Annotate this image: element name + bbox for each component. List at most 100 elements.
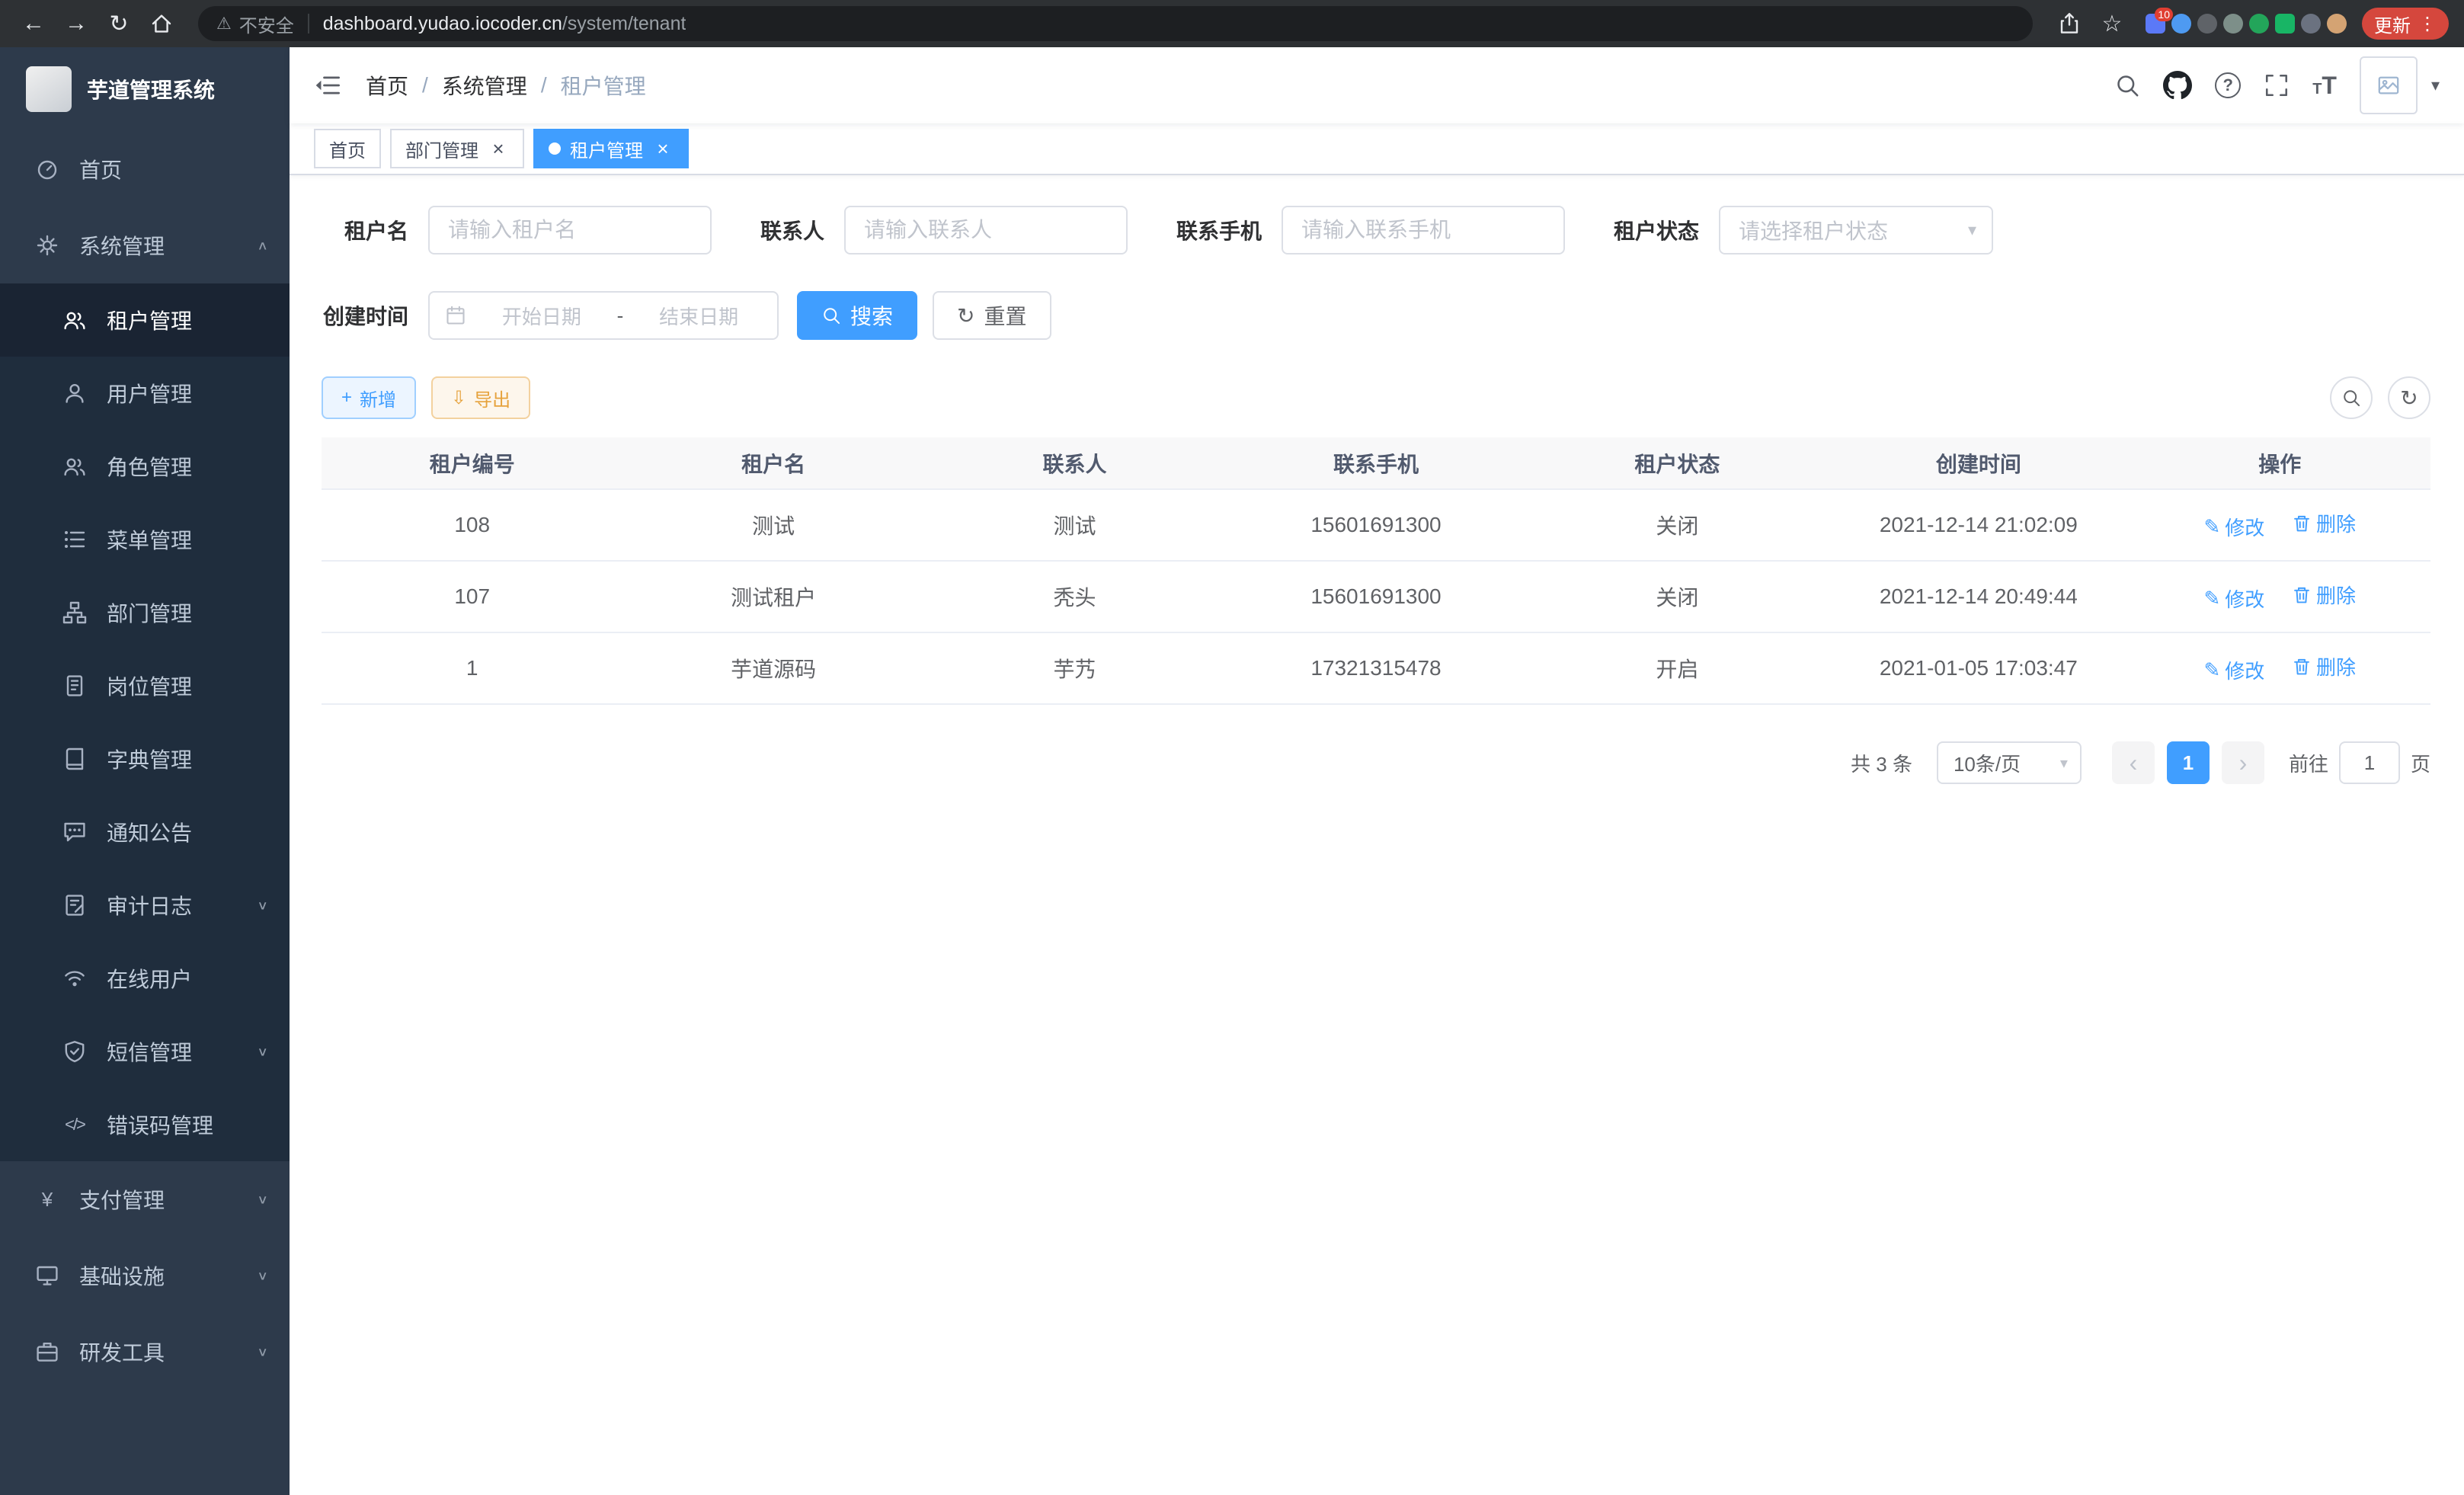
home-icon[interactable]	[143, 5, 180, 42]
back-icon[interactable]: ←	[15, 5, 52, 42]
extension-icon[interactable]	[2197, 14, 2217, 34]
sidebar-item-roles[interactable]: 角色管理	[0, 430, 290, 503]
sidebar-item-payment[interactable]: ¥ 支付管理 ∨	[0, 1161, 290, 1237]
help-icon[interactable]: ?	[2215, 72, 2241, 98]
cell-actions: ✎修改 删除	[2130, 632, 2430, 704]
cell-tenant-name: 测试租户	[622, 561, 923, 632]
font-size-icon[interactable]: TT	[2312, 72, 2337, 100]
navbar-actions: ? TT ▾	[2114, 56, 2440, 114]
current-page-button[interactable]: 1	[2167, 741, 2210, 784]
sidebar-item-error-codes[interactable]: </> 错误码管理	[0, 1088, 290, 1161]
goto-page-input[interactable]	[2339, 741, 2400, 784]
extension-icon[interactable]	[2171, 14, 2191, 34]
security-label: 不安全	[239, 11, 294, 37]
mobile-input[interactable]	[1282, 206, 1565, 255]
avatar[interactable]	[2360, 56, 2418, 114]
show-search-button[interactable]	[2330, 376, 2373, 419]
sidebar-item-system[interactable]: 系统管理 ∧	[0, 207, 290, 283]
forward-icon[interactable]: →	[58, 5, 94, 42]
refresh-table-button[interactable]: ↻	[2388, 376, 2430, 419]
table-header-row: 租户编号 租户名 联系人 联系手机 租户状态 创建时间 操作	[322, 437, 2430, 489]
search-icon[interactable]	[2114, 72, 2140, 98]
update-label: 更新	[2374, 11, 2411, 37]
sidebar-item-infrastructure[interactable]: 基础设施 ∨	[0, 1237, 290, 1314]
main-area: 首页 / 系统管理 / 租户管理 ?	[290, 47, 2464, 1495]
caret-down-icon[interactable]: ▾	[2431, 75, 2440, 95]
sidebar-item-audit-log[interactable]: 审计日志 ∨	[0, 869, 290, 942]
download-icon: ⇩	[451, 387, 466, 409]
bookmark-star-icon[interactable]: ☆	[2094, 5, 2130, 42]
reload-icon[interactable]: ↻	[101, 5, 137, 42]
delete-button[interactable]: 删除	[2292, 509, 2356, 537]
share-icon[interactable]	[2051, 5, 2088, 42]
browser-menu-icon[interactable]: ⋮	[2418, 13, 2437, 35]
sidebar-item-devtools[interactable]: 研发工具 ∨	[0, 1314, 290, 1390]
column-header: 创建时间	[1828, 437, 2129, 489]
prev-page-button[interactable]: ‹	[2112, 741, 2155, 784]
page-size-value: 10条/页	[1954, 749, 2021, 777]
delete-button[interactable]: 删除	[2292, 581, 2356, 609]
extension-icon[interactable]: 10	[2146, 14, 2165, 34]
menu-list-icon	[61, 527, 88, 552]
sidebar-item-notice[interactable]: 通知公告	[0, 796, 290, 869]
page-size-select[interactable]: 10条/页 ▾	[1937, 741, 2082, 784]
sidebar-menu: 首页 系统管理 ∧ 租户管理 用户管理	[0, 131, 290, 1390]
extension-icon[interactable]	[2249, 14, 2269, 34]
sidebar-item-departments[interactable]: 部门管理	[0, 576, 290, 649]
delete-button[interactable]: 删除	[2292, 652, 2356, 680]
extension-icon[interactable]	[2275, 14, 2295, 34]
sidebar-item-tenant[interactable]: 租户管理	[0, 283, 290, 357]
tab-tenant[interactable]: 租户管理 ×	[533, 129, 689, 168]
edit-button[interactable]: ✎修改	[2203, 584, 2264, 613]
code-icon: </>	[61, 1115, 88, 1135]
fullscreen-icon[interactable]	[2264, 72, 2290, 98]
sidebar-item-menus[interactable]: 菜单管理	[0, 503, 290, 576]
close-icon[interactable]: ×	[652, 138, 674, 159]
tags-view: 首页 部门管理 × 租户管理 ×	[290, 123, 2464, 175]
profile-avatar-icon[interactable]	[2327, 14, 2347, 34]
cell-contact: 测试	[924, 489, 1225, 561]
date-range-picker[interactable]: 开始日期 - 结束日期	[428, 291, 779, 340]
github-icon[interactable]	[2163, 71, 2192, 100]
search-button[interactable]: 搜索	[797, 291, 917, 340]
sidebar-item-label: 支付管理	[79, 1184, 165, 1215]
column-header: 租户状态	[1527, 437, 1828, 489]
font-size-small: T	[2312, 81, 2322, 98]
reset-button[interactable]: ↻ 重置	[933, 291, 1051, 340]
sidebar-item-label: 系统管理	[79, 230, 165, 261]
collapse-sidebar-icon[interactable]	[314, 72, 341, 99]
tenant-name-input[interactable]	[428, 206, 712, 255]
cell-actions: ✎修改 删除	[2130, 489, 2430, 561]
sidebar-item-dict[interactable]: 字典管理	[0, 722, 290, 796]
breadcrumb-system[interactable]: 系统管理	[442, 70, 527, 101]
address-bar[interactable]: ⚠ 不安全 dashboard.yudao.iocoder.cn/system/…	[198, 6, 2033, 41]
edit-button[interactable]: ✎修改	[2203, 656, 2264, 684]
sidebar-item-online-users[interactable]: 在线用户	[0, 942, 290, 1015]
browser-update-button[interactable]: 更新 ⋮	[2362, 8, 2449, 40]
column-header: 联系手机	[1225, 437, 1526, 489]
sidebar-item-posts[interactable]: 岗位管理	[0, 649, 290, 722]
extension-icon[interactable]	[2223, 14, 2243, 34]
next-page-button[interactable]: ›	[2222, 741, 2264, 784]
sidebar: 芋道管理系统 首页 系统管理 ∧ 租户管理	[0, 47, 290, 1495]
user-icon	[61, 381, 88, 405]
extension-icon[interactable]	[2301, 14, 2321, 34]
sidebar-item-users[interactable]: 用户管理	[0, 357, 290, 430]
tab-home[interactable]: 首页	[314, 129, 381, 168]
close-icon[interactable]: ×	[488, 138, 509, 159]
sidebar-item-label: 基础设施	[79, 1260, 165, 1291]
sidebar-item-label: 岗位管理	[107, 671, 192, 701]
edit-button[interactable]: ✎修改	[2203, 513, 2264, 541]
status-select[interactable]: 请选择租户状态 ▾	[1719, 206, 1993, 255]
plus-icon: +	[341, 387, 352, 408]
column-header: 操作	[2130, 437, 2430, 489]
tab-department[interactable]: 部门管理 ×	[390, 129, 524, 168]
export-button[interactable]: ⇩ 导出	[431, 376, 530, 419]
breadcrumb-home[interactable]: 首页	[366, 70, 408, 101]
contact-input[interactable]	[844, 206, 1128, 255]
sidebar-item-home[interactable]: 首页	[0, 131, 290, 207]
trash-icon	[2292, 657, 2312, 677]
add-button[interactable]: + 新增	[322, 376, 416, 419]
url-domain: dashboard.yudao.iocoder.cn	[323, 13, 562, 34]
sidebar-item-sms[interactable]: 短信管理 ∨	[0, 1015, 290, 1088]
